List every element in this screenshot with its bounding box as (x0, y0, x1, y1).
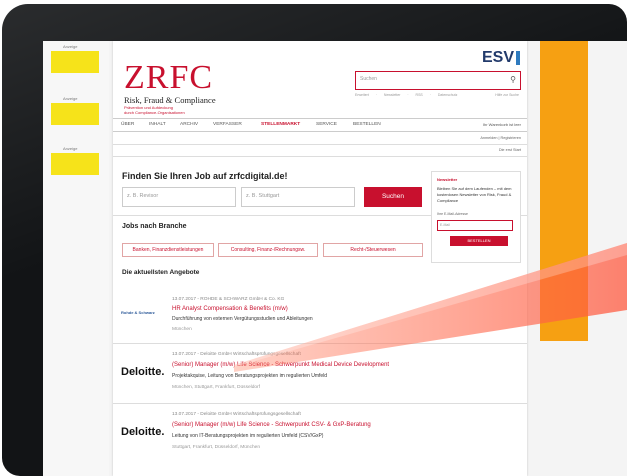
orange-accent-panel (540, 41, 588, 341)
site-search-input[interactable]: Suchen ⚲ (355, 71, 521, 90)
nav-item-archiv[interactable]: ARCHIV (180, 122, 198, 127)
divider (113, 156, 527, 157)
divider (113, 343, 527, 344)
newsletter-subscribe-button[interactable]: BESTELLEN (450, 236, 508, 246)
job-description: Leitung von IT-Beratungsprojekten im reg… (172, 433, 324, 439)
search-placeholder: Suchen (360, 76, 377, 82)
job-listing[interactable]: Rohde & Schwarz 13.07.2017 - ROHDE & SCH… (113, 291, 527, 341)
job-date: 13.07.2017 - ROHDE & SCHWARZ GmbH & Co. … (172, 297, 285, 302)
tablet-screen: Anzeige Anzeige Anzeige ZRFC Risk, Fraud… (43, 41, 627, 476)
ad-label: Anzeige (63, 146, 78, 151)
company-logo: Deloitte. (121, 366, 165, 378)
job-date: 13.07.2017 - Deloitte GmbH Wirtschaftspr… (172, 412, 301, 417)
newsletter-title: Newsletter (437, 177, 458, 182)
ad-banner[interactable] (51, 51, 99, 73)
branche-tag-banken[interactable]: Banken, Finanzdienstleistungen (122, 243, 214, 257)
job-location: München (172, 327, 192, 332)
ad-column: Anzeige Anzeige Anzeige (43, 41, 109, 476)
newsletter-email-input[interactable]: E-Mail (437, 220, 513, 231)
job-listing[interactable]: Deloitte. 13.07.2017 - Deloitte GmbH Wir… (113, 409, 527, 469)
branche-heading: Jobs nach Branche (122, 223, 187, 230)
job-what-input[interactable]: z. B. Revisor (122, 187, 236, 207)
divider (113, 144, 527, 145)
nav-item-stellenmarkt[interactable]: STELLENMARKT (261, 122, 300, 127)
cart-status[interactable]: Ihr Warenkorb ist leer (483, 122, 521, 127)
subnav-title: Die erst Start (498, 148, 521, 152)
tagline-line: durch Compliance-Organisationen (124, 110, 185, 115)
search-icon[interactable]: ⚲ (510, 75, 516, 84)
job-title[interactable]: HR Analyst Compensation & Benefits (m/w) (172, 306, 288, 312)
search-help-link[interactable]: Hilfe zur Suche (495, 93, 519, 97)
branche-tag-consulting[interactable]: Consulting, Finanz-/Rechnungsw. (218, 243, 318, 257)
angebote-heading: Die aktuellsten Angebote (122, 269, 200, 276)
newsletter-email-label: Ihre E-Mail-Adresse (437, 212, 468, 216)
ad-banner[interactable] (51, 103, 99, 125)
nav-item-inhalt[interactable]: INHALT (149, 122, 166, 127)
main-nav: ÜBER INHALT ARCHIV VERFASSER STELLENMARK… (113, 118, 527, 132)
company-logo: Deloitte. (121, 426, 165, 438)
job-search-button[interactable]: Suchen (364, 187, 422, 207)
nav-item-service[interactable]: SERVICE (316, 122, 337, 127)
job-description: Durchführung von externen Vergütungsstud… (172, 316, 313, 322)
job-what-placeholder: z. B. Revisor (127, 193, 159, 199)
site-subtitle: Risk, Fraud & Compliance (124, 95, 216, 105)
job-description: Projektakquise, Leitung von Beratungspro… (172, 373, 328, 379)
login-link[interactable]: Anmelden | Registrieren (480, 136, 521, 140)
job-where-input[interactable]: z. B. Stuttgart (241, 187, 355, 207)
job-where-placeholder: z. B. Stuttgart (246, 193, 280, 199)
company-logo: Rohde & Schwarz (121, 310, 155, 315)
nav-item-bestellen[interactable]: BESTELLEN (353, 122, 381, 127)
ad-label: Anzeige (63, 96, 78, 101)
newsletter-email-placeholder: E-Mail (440, 223, 450, 227)
job-location: München, Stuttgart, Frankfurt, Düsseldor… (172, 385, 260, 390)
ad-label: Anzeige (63, 44, 78, 49)
job-title[interactable]: (Senior) Manager (m/w) Life Science - Sc… (172, 362, 389, 368)
job-location: Stuttgart, Frankfurt, Düsseldorf, Münche… (172, 445, 260, 450)
publisher-logo[interactable]: ESV (482, 49, 514, 67)
site-tagline: Prävention und Aufdeckung durch Complian… (124, 105, 244, 115)
jobsearch-heading: Finden Sie Ihren Job auf zrfcdigital.de! (122, 171, 288, 181)
job-listing[interactable]: Deloitte. 13.07.2017 - Deloitte GmbH Wir… (113, 349, 527, 404)
ad-banner[interactable] (51, 153, 99, 175)
newsletter-box: Newsletter Bleiben Sie auf dem Laufenden… (431, 171, 521, 263)
branche-tag-recht[interactable]: Recht-/Steuerwesen (323, 243, 423, 257)
job-date: 13.07.2017 - Deloitte GmbH Wirtschaftspr… (172, 352, 301, 357)
site-logo[interactable]: ZRFC (124, 61, 213, 95)
search-links[interactable]: Erweitert · Newsletter · RSS · Datenschu… (355, 93, 457, 97)
newsletter-text: Bleiben Sie auf dem Laufenden – mit dem … (437, 186, 512, 203)
divider (113, 403, 527, 404)
nav-item-ueber[interactable]: ÜBER (121, 122, 134, 127)
publisher-logo-bar (516, 51, 520, 65)
job-title[interactable]: (Senior) Manager (m/w) Life Science - Sc… (172, 422, 371, 428)
nav-item-verfasser[interactable]: VERFASSER (213, 122, 242, 127)
